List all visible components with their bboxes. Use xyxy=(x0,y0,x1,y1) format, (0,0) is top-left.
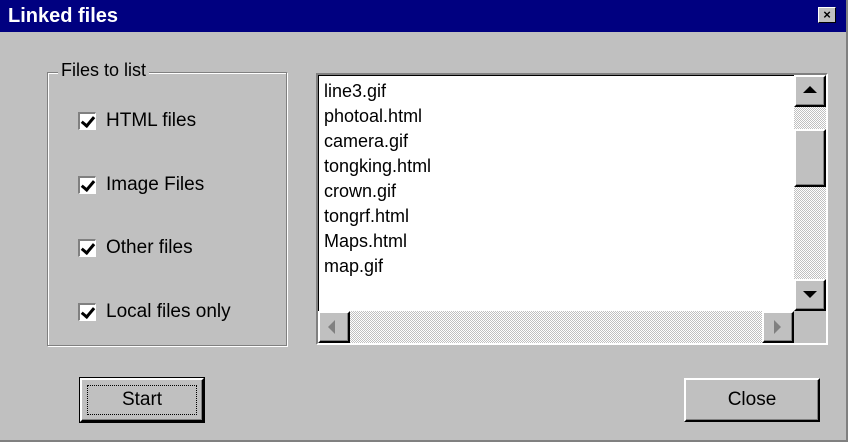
arrow-right-icon xyxy=(774,320,781,334)
local-files-only-option[interactable]: Local files only xyxy=(78,299,231,325)
start-button[interactable]: Start xyxy=(79,377,205,423)
scroll-left-button[interactable] xyxy=(318,311,350,343)
list-item[interactable]: map.gif xyxy=(324,254,431,279)
image-files-label: Image Files xyxy=(106,174,205,195)
linked-files-dialog: Linked files × Files to list HTML files … xyxy=(0,0,848,442)
title-bar[interactable]: Linked files × xyxy=(0,0,846,32)
list-item[interactable]: camera.gif xyxy=(324,129,431,154)
linked-files-list[interactable]: line3.gif photoal.html camera.gif tongki… xyxy=(316,73,828,345)
scrollbar-corner xyxy=(794,311,826,343)
checkmark-icon[interactable] xyxy=(78,239,96,257)
close-icon[interactable]: × xyxy=(818,7,836,23)
html-files-label: HTML files xyxy=(106,110,197,131)
arrow-down-icon xyxy=(803,291,817,298)
arrow-left-icon xyxy=(328,320,335,334)
list-item[interactable]: tongrf.html xyxy=(324,204,431,229)
image-files-option[interactable]: Image Files xyxy=(78,172,204,198)
list-item[interactable]: photoal.html xyxy=(324,104,431,129)
checkmark-icon[interactable] xyxy=(78,112,96,130)
scroll-down-button[interactable] xyxy=(794,279,826,311)
vertical-scroll-thumb[interactable] xyxy=(794,129,826,187)
scroll-up-button[interactable] xyxy=(794,75,826,107)
scroll-right-button[interactable] xyxy=(762,311,794,343)
checkmark-icon[interactable] xyxy=(78,176,96,194)
arrow-up-icon xyxy=(803,86,817,93)
horizontal-scrollbar[interactable] xyxy=(318,311,794,343)
html-files-option[interactable]: HTML files xyxy=(78,108,196,134)
list-item[interactable]: crown.gif xyxy=(324,179,431,204)
start-button-label: Start xyxy=(121,389,163,410)
other-files-label: Other files xyxy=(106,237,193,258)
window-title: Linked files xyxy=(8,5,119,27)
list-items: line3.gif photoal.html camera.gif tongki… xyxy=(324,79,431,279)
other-files-option[interactable]: Other files xyxy=(78,235,193,261)
group-legend: Files to list xyxy=(58,60,150,81)
list-item[interactable]: Maps.html xyxy=(324,229,431,254)
list-item[interactable]: line3.gif xyxy=(324,79,431,104)
close-button-label: Close xyxy=(727,389,777,410)
vertical-scrollbar[interactable] xyxy=(794,75,826,311)
checkmark-icon[interactable] xyxy=(78,303,96,321)
list-item[interactable]: tongking.html xyxy=(324,154,431,179)
local-files-only-label: Local files only xyxy=(106,301,231,322)
close-button[interactable]: Close xyxy=(684,378,820,422)
